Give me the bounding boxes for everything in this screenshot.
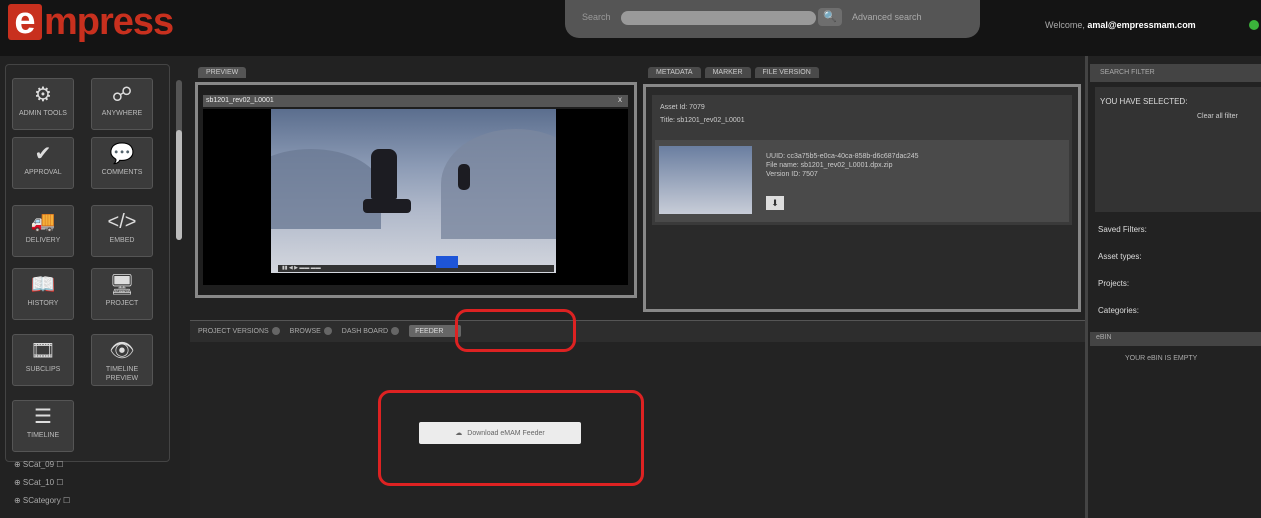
list-icon: ☰: [34, 406, 52, 428]
tool-admin-tools[interactable]: ⚙ ADMIN TOOLS: [12, 78, 74, 130]
welcome-text: Welcome, amal@empressmam.com: [1045, 20, 1196, 30]
tools-scrollbar-thumb[interactable]: [176, 130, 182, 240]
speech-bubble-icon: 💬: [109, 143, 135, 165]
tab-dash-board[interactable]: DASH BOARD: [341, 327, 400, 335]
category-item[interactable]: ⊕ SCat_09 ☐: [14, 460, 63, 469]
tool-label: APPROVAL: [24, 169, 62, 176]
categories-label[interactable]: Categories:: [1098, 306, 1139, 315]
welcome-label: Welcome,: [1045, 20, 1088, 30]
tool-timeline-preview[interactable]: 👁 TIMELINE PREVIEW: [91, 334, 153, 386]
checkmark-icon: ✔: [34, 143, 52, 165]
tool-project[interactable]: 🖥 PROJECT: [91, 268, 153, 320]
truck-icon: 🚚: [30, 211, 56, 233]
search-filter-heading: SEARCH FILTER: [1090, 64, 1261, 82]
tool-label: COMMENTS: [101, 169, 143, 176]
user-email[interactable]: amal@empressmam.com: [1087, 20, 1195, 30]
tool-delivery[interactable]: 🚚 DELIVERY: [12, 205, 74, 257]
online-status-icon: [1249, 20, 1259, 30]
you-selected-label: YOU HAVE SELECTED:: [1100, 97, 1188, 106]
tool-label: HISTORY: [27, 300, 59, 307]
film-icon: 🎞: [30, 340, 56, 362]
eye-icon: 👁: [109, 340, 135, 362]
category-item[interactable]: ⊕ SCategory ☐: [14, 496, 70, 505]
projects-label[interactable]: Projects:: [1098, 279, 1129, 288]
ebin-empty-text: YOUR eBIN IS EMPTY: [1125, 355, 1198, 362]
clear-filters-link[interactable]: Clear all filter: [1197, 113, 1238, 120]
monitor-icon: 🖥: [109, 274, 135, 296]
search-label: Search: [582, 12, 611, 22]
preview-close-icon[interactable]: x: [618, 95, 622, 104]
asset-title: Title: sb1201_rev02_L0001: [660, 117, 745, 124]
video-logo-mark: [436, 256, 458, 268]
tool-label: DELIVERY: [25, 237, 61, 244]
download-button-highlight: [378, 390, 644, 486]
asset-id: Asset Id: 7079: [660, 104, 705, 111]
code-icon: </>: [107, 211, 137, 233]
book-icon: 📖: [30, 274, 56, 296]
tab-file-version[interactable]: FILE VERSION: [754, 67, 819, 78]
share-icon: ☍: [111, 84, 133, 106]
bottom-tabs: PROJECT VERSIONS BROWSE DASH BOARD FEEDER: [198, 325, 461, 337]
tool-history[interactable]: 📖 HISTORY: [12, 268, 74, 320]
metadata-tabs: METADATA MARKER FILE VERSION: [648, 67, 819, 78]
ebin-heading: eBIN: [1090, 332, 1261, 346]
close-tab-icon[interactable]: [271, 327, 280, 335]
tool-approval[interactable]: ✔ APPROVAL: [12, 137, 74, 189]
search-button[interactable]: 🔍: [818, 8, 842, 26]
version-uuid: UUID: cc3a75b5-e0ca-40ca-858b-d6c687dac2…: [766, 153, 919, 160]
version-id: Version ID: 7507: [766, 171, 818, 178]
saved-filters-label[interactable]: Saved Filters:: [1098, 225, 1147, 234]
tab-label: DASH BOARD: [341, 327, 389, 335]
logo-mark: e: [8, 2, 42, 40]
asset-types-label[interactable]: Asset types:: [1098, 252, 1142, 261]
version-thumbnail[interactable]: [659, 146, 752, 214]
tool-label: ADMIN TOOLS: [19, 110, 67, 117]
version-file-name: File name: sb1201_rev02_L0001.dpx.zip: [766, 162, 893, 169]
tool-subclips[interactable]: 🎞 SUBCLIPS: [12, 334, 74, 386]
close-tab-icon[interactable]: [391, 327, 400, 335]
tool-label: TIMELINE: [26, 432, 60, 439]
tool-embed[interactable]: </> EMBED: [91, 205, 153, 257]
tab-marker[interactable]: MARKER: [704, 67, 751, 78]
video-frame-image: [271, 109, 556, 273]
download-icon[interactable]: ⬇: [766, 196, 784, 210]
gear-icon: ⚙: [34, 84, 52, 106]
advanced-search-link[interactable]: Advanced search: [852, 12, 922, 22]
tab-preview[interactable]: PREVIEW: [198, 67, 247, 78]
video-timecode: ▮▮ ◀ ▶ ▬▬ ▬▬: [282, 265, 321, 271]
tab-label: BROWSE: [289, 327, 321, 335]
category-item[interactable]: ⊕ SCat_10 ☐: [14, 478, 63, 487]
tab-metadata[interactable]: METADATA: [648, 67, 701, 78]
tool-anywhere[interactable]: ☍ ANYWHERE: [91, 78, 153, 130]
tab-browse[interactable]: BROWSE: [290, 327, 332, 335]
tool-label: SUBCLIPS: [25, 366, 61, 373]
right-divider: [1085, 56, 1088, 518]
empress-logo[interactable]: e mpress: [8, 0, 174, 43]
tool-label: TIMELINE PREVIEW: [105, 366, 139, 382]
tool-timeline[interactable]: ☰ TIMELINE: [12, 400, 74, 452]
tab-project-versions[interactable]: PROJECT VERSIONS: [198, 327, 280, 335]
search-input[interactable]: [621, 11, 816, 25]
close-tab-icon[interactable]: [323, 327, 332, 335]
tool-label: EMBED: [109, 237, 135, 244]
tab-label: PROJECT VERSIONS: [198, 327, 269, 335]
logo-text: mpress: [44, 0, 174, 43]
tool-comments[interactable]: 💬 COMMENTS: [91, 137, 153, 189]
tool-label: PROJECT: [105, 300, 139, 307]
feeder-tab-highlight: [455, 309, 576, 352]
tab-feeder[interactable]: FEEDER: [409, 325, 461, 337]
search-icon: 🔍: [823, 11, 837, 23]
tool-label: ANYWHERE: [101, 110, 143, 117]
preview-title: sb1201_rev02_L0001: [203, 95, 628, 107]
tab-label: FEEDER: [415, 327, 444, 335]
close-tab-icon[interactable]: [446, 327, 455, 335]
